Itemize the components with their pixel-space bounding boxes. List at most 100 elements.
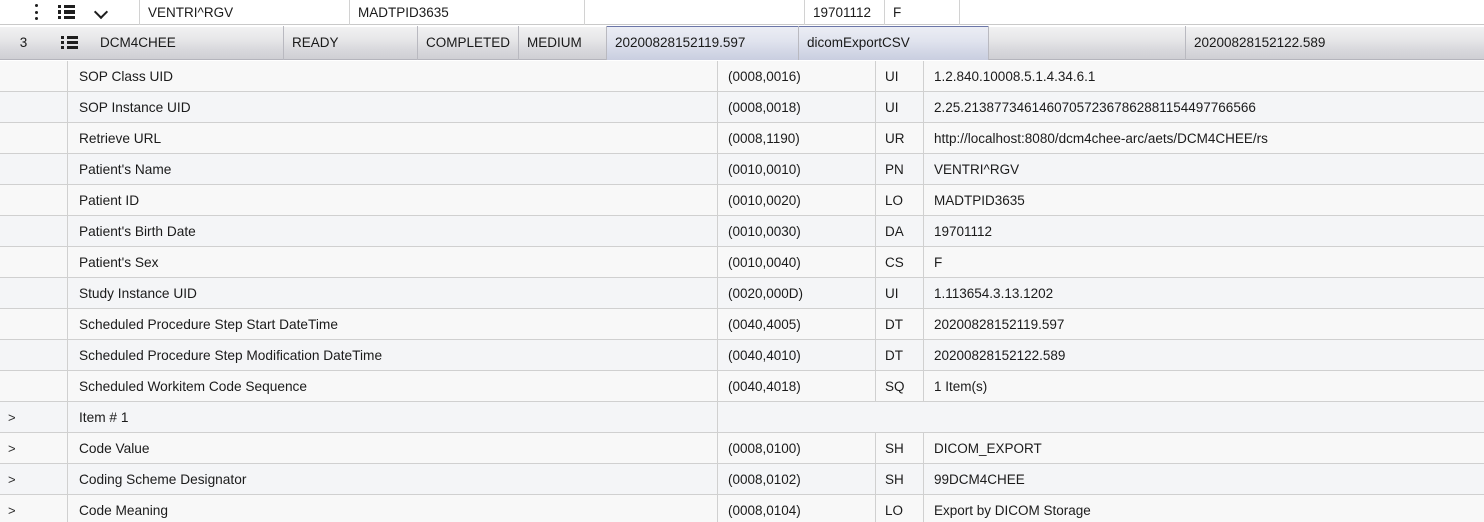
table-row[interactable]: Scheduled Workitem Code Sequence (0040,40… [0, 371, 1484, 402]
strip-cell-patient-id: MADTPID3635 [350, 0, 585, 25]
attr-tag-cell: (0040,4018) [718, 371, 876, 401]
attr-vr-cell: LO [876, 185, 924, 215]
strip-icon-group [0, 0, 140, 25]
attr-level-cell [10, 278, 68, 308]
attr-value-cell: Export by DICOM Storage [934, 502, 1091, 518]
attr-name-cell: Patient's Sex [68, 247, 718, 277]
attr-vr-cell: DT [876, 309, 924, 339]
table-row[interactable]: Patient's Name (0010,0010) PN VENTRI^RGV [0, 154, 1484, 185]
attr-tag-cell: (0008,0016) [718, 61, 876, 91]
attr-level-cell [10, 371, 68, 401]
attr-tag-cell: (0008,0100) [718, 433, 876, 463]
table-row[interactable]: > Item # 1 [0, 402, 1484, 433]
attr-name-cell: Study Instance UID [68, 278, 718, 308]
task-list-icon-cell[interactable] [47, 26, 92, 60]
attr-tag-cell: (0008,0102) [718, 464, 876, 494]
attr-level-cell [10, 309, 68, 339]
attr-vr-cell: PN [876, 154, 924, 184]
attr-level-cell [10, 247, 68, 277]
task-cell-status[interactable]: COMPLETED [418, 25, 519, 60]
task-cell-exporter-id[interactable]: dicomExportCSV [799, 25, 989, 60]
attr-name-cell: Scheduled Procedure Step Start DateTime [68, 309, 718, 339]
chevron-down-icon[interactable] [95, 7, 109, 17]
table-row[interactable]: > Code Meaning (0008,0104) LO Export by DICO… [0, 495, 1484, 522]
attr-name-cell: Coding Scheme Designator [68, 464, 718, 494]
attr-value-cell: 1.113654.3.13.1202 [934, 285, 1054, 301]
attr-name-cell: Scheduled Workitem Code Sequence [68, 371, 718, 401]
attr-value-cell [924, 402, 1484, 432]
kebab-menu-icon[interactable] [34, 4, 38, 20]
task-cell-queue-state[interactable]: READY [284, 25, 418, 60]
task-cell-updated-datetime[interactable]: 20200828152122.589 [1186, 26, 1484, 60]
attr-level-cell [10, 402, 68, 432]
attr-level-cell [10, 216, 68, 246]
table-row[interactable]: Scheduled Procedure Step Modification Da… [0, 340, 1484, 371]
attr-name-cell: Patient's Name [68, 154, 718, 184]
attr-vr-cell: UI [876, 278, 924, 308]
attr-tag-cell: (0040,4010) [718, 340, 876, 370]
attr-level-cell [10, 92, 68, 122]
attr-vr-cell: DT [876, 340, 924, 370]
task-number: 3 [19, 35, 28, 50]
attr-level-cell [10, 433, 68, 463]
table-row[interactable]: > Coding Scheme Designator (0008,0102) SH 99… [0, 464, 1484, 495]
task-cell-blank-col[interactable] [989, 25, 1186, 60]
attr-indent-marker [0, 309, 10, 339]
attr-value-cell: http://localhost:8080/dcm4chee-arc/aets/… [934, 130, 1268, 146]
attr-indent-marker: > [8, 409, 16, 425]
attr-level-cell [10, 340, 68, 370]
list-view-icon[interactable] [61, 35, 78, 50]
table-row[interactable]: Patient's Sex (0010,0040) CS F [0, 247, 1484, 278]
table-row[interactable]: Study Instance UID (0020,000D) UI 1.113654.… [0, 278, 1484, 309]
attr-value-cell: 2.25.21387734614607057236786288115449776… [934, 99, 1256, 115]
attr-name-cell: Item # 1 [68, 402, 718, 432]
attr-indent-marker: > [8, 502, 16, 518]
attr-name-cell: SOP Class UID [68, 61, 718, 91]
attr-level-cell [10, 61, 68, 91]
attr-vr-cell: UR [876, 123, 924, 153]
attr-value-cell: MADTPID3635 [934, 192, 1025, 208]
attr-name-cell: Code Meaning [68, 495, 718, 522]
attr-tag-cell: (0020,000D) [718, 278, 876, 308]
dicom-attributes-table[interactable]: SOP Class UID (0008,0016) UI 1.2.840.10008.… [0, 61, 1484, 522]
list-view-icon[interactable] [58, 5, 75, 19]
attr-vr-cell: SQ [876, 371, 924, 401]
attr-tag-cell: (0010,0030) [718, 216, 876, 246]
attr-name-cell: Patient ID [68, 185, 718, 215]
attr-value-cell: 1.2.840.10008.5.1.4.34.6.1 [934, 68, 1096, 84]
strip-cell-patient-birth-date: 19701112 [805, 0, 885, 25]
attr-value-cell: VENTRI^RGV [934, 161, 1020, 177]
attr-tag-cell: (0010,0040) [718, 247, 876, 277]
table-row[interactable]: Scheduled Procedure Step Start DateTime(… [0, 309, 1484, 340]
attr-value-cell: F [934, 254, 943, 270]
table-row[interactable]: SOP Class UID (0008,0016) UI 1.2.840.10008.… [0, 61, 1484, 92]
attr-vr-cell: UI [876, 92, 924, 122]
export-task-row[interactable]: 3 DCM4CHEE READY COMPLETED MEDIUM 2020082815… [0, 25, 1484, 60]
table-row[interactable]: Patient's Birth Date (0010,0030) DA 1970111… [0, 216, 1484, 247]
table-row[interactable]: SOP Instance UID (0008,0018) UI 2.25.213877… [0, 92, 1484, 123]
strip-cell-trailing-empty [960, 0, 1484, 25]
attr-tag-cell: (0010,0020) [718, 185, 876, 215]
table-row[interactable]: Retrieve URL (0008,1190) UR http://localhos… [0, 123, 1484, 154]
task-cell-priority[interactable]: MEDIUM [519, 25, 607, 60]
attr-name-cell: Code Value [68, 433, 718, 463]
table-row[interactable]: > Code Value (0008,0100) SH DICOM_EXPORT [0, 433, 1484, 464]
table-row[interactable]: Patient ID (0010,0020) LO MADTPID3635 [0, 185, 1484, 216]
attr-value-cell: 20200828152119.597 [934, 316, 1065, 332]
attr-indent-marker [0, 278, 10, 308]
attr-name-cell: SOP Instance UID [68, 92, 718, 122]
attr-vr-cell: CS [876, 247, 924, 277]
attr-vr-cell [876, 402, 924, 432]
attr-tag-cell: (0040,4005) [718, 309, 876, 339]
attr-level-cell [10, 185, 68, 215]
task-cell-ae-title[interactable]: DCM4CHEE [92, 25, 284, 60]
attr-vr-cell: SH [876, 464, 924, 494]
attr-level-cell [10, 154, 68, 184]
task-cell-created-datetime[interactable]: 20200828152119.597 [607, 25, 799, 60]
attr-indent-marker [0, 123, 10, 153]
attr-indent-marker [0, 247, 10, 277]
attr-level-cell [10, 464, 68, 494]
attr-indent-marker [0, 340, 10, 370]
attr-value-cell: 19701112 [934, 223, 993, 239]
attr-name-cell: Retrieve URL [68, 123, 718, 153]
